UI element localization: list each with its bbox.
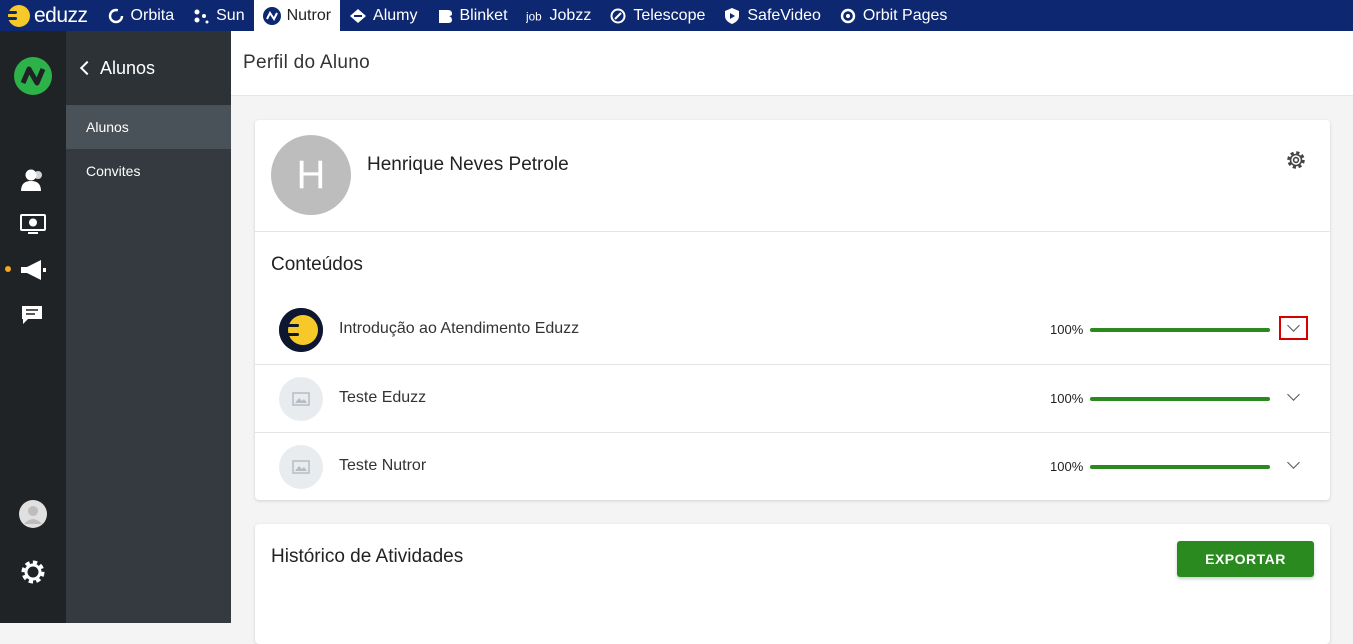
- back-label: Alunos: [100, 57, 156, 78]
- app-sun[interactable]: Sun: [183, 0, 253, 31]
- icon-rail: [0, 31, 66, 623]
- rail-messages[interactable]: [0, 304, 66, 326]
- progress-bar-fill: [1090, 397, 1270, 401]
- chevron-down-icon: [1287, 456, 1300, 469]
- content-item: Teste Nutror 100%: [255, 432, 1330, 500]
- progress-bar: [1090, 465, 1270, 469]
- progress-percent: 100%: [1050, 322, 1084, 337]
- sidebar-item-alunos[interactable]: Alunos: [66, 105, 231, 149]
- app-orbit-pages[interactable]: Orbit Pages: [830, 0, 956, 31]
- app-safevideo-label: SafeVideo: [747, 6, 821, 24]
- app-blinket[interactable]: Blinket: [427, 0, 517, 31]
- chevron-left-icon: [79, 60, 95, 76]
- rail-students[interactable]: [0, 168, 66, 192]
- rail-courses[interactable]: [0, 214, 66, 236]
- export-button[interactable]: EXPORTAR: [1177, 541, 1314, 577]
- sidebar-item-convites[interactable]: Convites: [66, 149, 231, 193]
- chat-icon: [22, 306, 42, 324]
- content-title: Teste Eduzz: [339, 389, 427, 406]
- eduzz-course-thumb: [279, 308, 323, 352]
- app-telescope-label: Telescope: [633, 6, 706, 24]
- content-title: Introdução ao Atendimento Eduzz: [339, 320, 580, 337]
- rail-user-avatar[interactable]: [0, 500, 66, 528]
- sun-icon: [192, 7, 210, 25]
- megaphone-icon: [21, 260, 46, 280]
- profile-settings-button[interactable]: [1284, 148, 1308, 172]
- app-sun-label: Sun: [216, 6, 245, 24]
- nutror-logo-icon: [14, 57, 52, 95]
- gear-icon: [21, 560, 45, 584]
- jobzz-icon: job: [526, 7, 544, 25]
- app-telescope[interactable]: Telescope: [600, 0, 714, 31]
- course-thumb: [279, 445, 323, 489]
- image-placeholder-icon: [292, 460, 310, 474]
- progress-percent: 100%: [1050, 391, 1084, 406]
- orbit-pages-icon: [839, 7, 857, 25]
- app-orbita[interactable]: Orbita: [98, 0, 184, 31]
- nutror-icon: [262, 6, 281, 25]
- sidebar-item-label: Alunos: [86, 119, 129, 135]
- app-orbita-label: Orbita: [130, 6, 175, 24]
- progress-percent: 100%: [1050, 459, 1084, 474]
- avatar-icon: [19, 500, 47, 528]
- eduzz-logo-icon: [279, 308, 323, 352]
- telescope-icon: [609, 7, 627, 25]
- contents-title: Conteúdos: [271, 254, 363, 275]
- progress-bar: [1090, 328, 1270, 332]
- app-alumy-label: Alumy: [373, 6, 418, 24]
- app-jobzz[interactable]: job Jobzz: [517, 0, 601, 31]
- progress-bar: [1090, 397, 1270, 401]
- eduzz-logo-icon: [5, 4, 30, 27]
- expand-button[interactable]: [1279, 316, 1308, 340]
- svg-text:job: job: [526, 10, 542, 23]
- student-avatar: H: [271, 135, 351, 215]
- alumy-icon: [349, 7, 367, 25]
- activity-history-card: Histórico de Atividades EXPORTAR: [255, 524, 1330, 644]
- image-placeholder-icon: [292, 392, 310, 406]
- chevron-down-icon: [1287, 319, 1300, 332]
- app-alumy[interactable]: Alumy: [340, 0, 426, 31]
- student-name: Henrique Neves Petrole: [367, 154, 569, 175]
- content-item: Teste Eduzz 100%: [255, 364, 1330, 432]
- brand-label: eduzz: [34, 3, 88, 27]
- rail-settings[interactable]: [0, 558, 66, 586]
- nutror-logo[interactable]: [0, 57, 66, 95]
- sidebar-item-label: Convites: [86, 163, 141, 179]
- safevideo-icon: [723, 7, 741, 25]
- chevron-down-icon: [1287, 388, 1300, 401]
- top-app-bar: eduzz Orbita Sun Nutror Alumy Blinket jo…: [0, 0, 1353, 31]
- content-title: Teste Nutror: [339, 457, 427, 474]
- app-safevideo[interactable]: SafeVideo: [714, 0, 830, 31]
- page-header: Perfil do Aluno: [231, 31, 1353, 96]
- main-content: Perfil do Aluno H Henrique Neves Petrole…: [231, 31, 1353, 644]
- profile-header: H Henrique Neves Petrole: [255, 120, 1330, 232]
- expand-button[interactable]: [1279, 453, 1308, 477]
- student-profile-card: H Henrique Neves Petrole Conteúdos Intro…: [255, 120, 1330, 500]
- blinket-icon: [436, 7, 454, 25]
- page-title: Perfil do Aluno: [243, 52, 371, 73]
- progress-bar-fill: [1090, 465, 1270, 469]
- expand-button[interactable]: [1279, 385, 1308, 409]
- app-nutror[interactable]: Nutror: [253, 0, 341, 31]
- orbita-icon: [107, 7, 125, 25]
- progress-bar-fill: [1090, 328, 1270, 332]
- content-item: Introdução ao Atendimento Eduzz 100%: [255, 296, 1330, 364]
- monitor-icon: [20, 214, 46, 234]
- gear-icon: [1287, 151, 1305, 169]
- users-icon: [21, 169, 42, 191]
- app-orbit-pages-label: Orbit Pages: [862, 6, 948, 24]
- rail-marketing[interactable]: [0, 259, 66, 281]
- app-nutror-label: Nutror: [286, 6, 332, 24]
- section-sidebar: Alunos Alunos Convites: [66, 31, 231, 623]
- back-to-students[interactable]: Alunos: [66, 31, 231, 105]
- history-title: Histórico de Atividades: [271, 546, 464, 567]
- course-thumb: [279, 377, 323, 421]
- app-blinket-label: Blinket: [459, 6, 508, 24]
- eduzz-brand[interactable]: eduzz: [0, 0, 98, 31]
- app-jobzz-label: Jobzz: [549, 6, 592, 24]
